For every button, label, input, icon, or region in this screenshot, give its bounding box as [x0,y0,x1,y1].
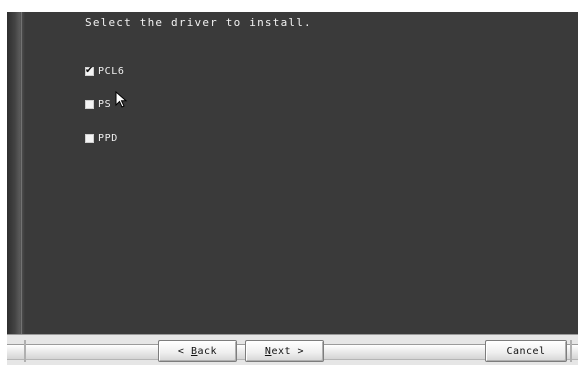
mouse-cursor-icon [115,91,128,108]
back-rest: ack [197,345,218,357]
sidebar-gradient [7,12,25,334]
option-label-pcl6: PCL6 [98,65,125,77]
back-prefix: < [177,345,191,357]
option-ppd[interactable]: PPD [85,131,118,145]
next-suffix: > [291,345,305,357]
installer-window: Select the driver to install. ✔ PCL6 PS … [7,12,578,365]
option-label-ppd: PPD [98,132,118,144]
option-pcl6[interactable]: ✔ PCL6 [85,64,124,78]
ps-checkbox[interactable] [85,99,94,109]
next-button[interactable]: Next > [245,340,324,362]
option-label-ps: PS [98,98,112,110]
ppd-checkbox[interactable] [85,133,94,143]
pcl6-checkbox[interactable]: ✔ [85,64,94,76]
back-button[interactable]: < Back [158,340,237,362]
bar-edge-right [570,340,572,362]
instruction-text: Select the driver to install. [85,16,312,29]
content-panel: Select the driver to install. ✔ PCL6 PS … [25,12,578,334]
cancel-button[interactable]: Cancel [485,340,567,362]
next-rest: ext [271,345,292,357]
bar-edge-left [24,340,26,362]
option-ps[interactable]: PS [85,97,111,111]
button-bar: < Back Next > Cancel [7,334,578,365]
checkmark-icon: ✔ [85,64,94,76]
